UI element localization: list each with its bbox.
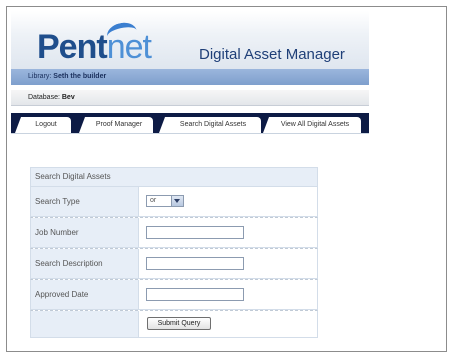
database-label: Database: — [28, 94, 60, 101]
approved-date-row: Approved Date — [30, 279, 318, 310]
submit-cell: Submit Query — [139, 311, 317, 337]
approved-date-cell — [139, 280, 317, 309]
search-type-label: Search Type — [31, 187, 139, 216]
job-number-label: Job Number — [31, 218, 139, 247]
approved-date-label: Approved Date — [31, 280, 139, 309]
library-value: Seth the builder — [53, 73, 107, 80]
logo-text-part1: Pent — [37, 28, 108, 66]
search-form: Search Digital Assets Search Type or Job… — [30, 167, 318, 338]
submit-row: Submit Query — [30, 310, 318, 338]
search-type-row: Search Type or — [30, 187, 318, 217]
library-bar: Library: Seth the builder — [11, 69, 369, 85]
tab-proof-manager[interactable]: Proof Manager — [79, 117, 153, 133]
app-header: Pentnet Digital Asset Manager — [11, 11, 369, 70]
job-number-row: Job Number — [30, 217, 318, 248]
tab-view-all-digital-assets[interactable]: View All Digital Assets — [263, 117, 361, 133]
nav-underline — [11, 133, 369, 134]
form-title: Search Digital Assets — [30, 167, 318, 187]
database-value: Bev — [61, 94, 75, 101]
search-type-value: or — [150, 197, 157, 204]
job-number-cell — [139, 218, 317, 247]
search-type-select[interactable]: or — [146, 195, 184, 207]
search-type-cell: or — [139, 187, 317, 216]
search-description-input[interactable] — [146, 257, 244, 270]
nav-bar: Logout Proof Manager Search Digital Asse… — [11, 113, 369, 133]
search-description-label: Search Description — [31, 249, 139, 278]
library-label: Library: — [28, 73, 52, 80]
job-number-input[interactable] — [146, 226, 244, 239]
database-bar: Database: Bev — [11, 90, 369, 106]
submit-query-button[interactable]: Submit Query — [147, 317, 211, 330]
search-description-cell — [139, 249, 317, 278]
tab-search-digital-assets[interactable]: Search Digital Assets — [159, 117, 261, 133]
search-description-row: Search Description — [30, 248, 318, 279]
approved-date-input[interactable] — [146, 288, 244, 301]
app-title: Digital Asset Manager — [199, 46, 345, 63]
tab-logout[interactable]: Logout — [15, 117, 71, 133]
chevron-down-icon[interactable] — [171, 196, 183, 206]
submit-row-spacer — [31, 311, 139, 337]
